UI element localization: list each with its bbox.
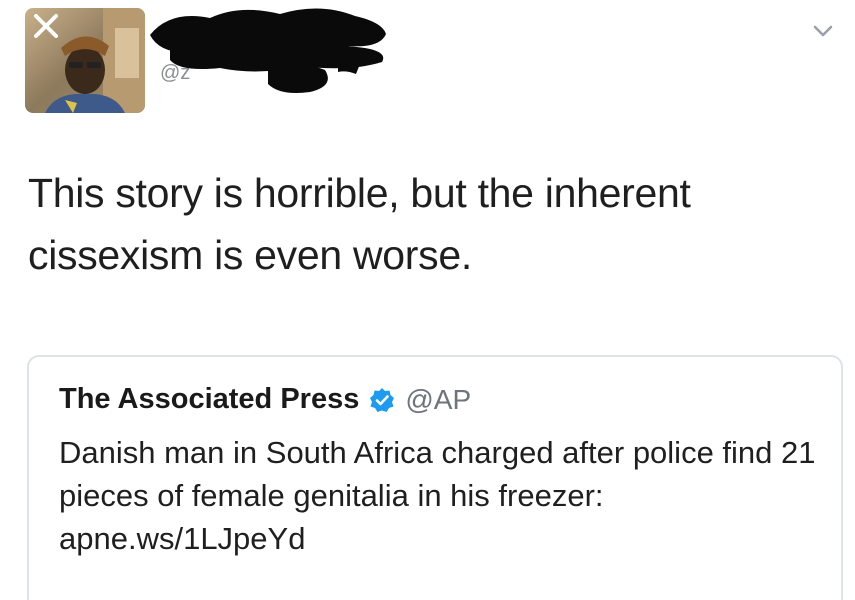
tweet-card: @z This story is horrible, but the inher… (0, 0, 855, 600)
chevron-down-icon[interactable] (812, 22, 834, 40)
quoted-tweet-card[interactable]: The Associated Press @AP Danish man in S… (27, 355, 843, 600)
quoted-tweet-header: The Associated Press @AP (59, 383, 471, 416)
verified-badge-icon (370, 387, 395, 412)
tweet-text: This story is horrible, but the inherent… (28, 170, 691, 278)
quoted-tweet-text: Danish man in South Africa charged after… (59, 435, 816, 556)
quoted-author-name: The Associated Press (59, 383, 360, 415)
close-icon[interactable] (30, 10, 62, 42)
quoted-author-handle: @AP (405, 383, 472, 415)
redaction-scribble (150, 8, 386, 93)
